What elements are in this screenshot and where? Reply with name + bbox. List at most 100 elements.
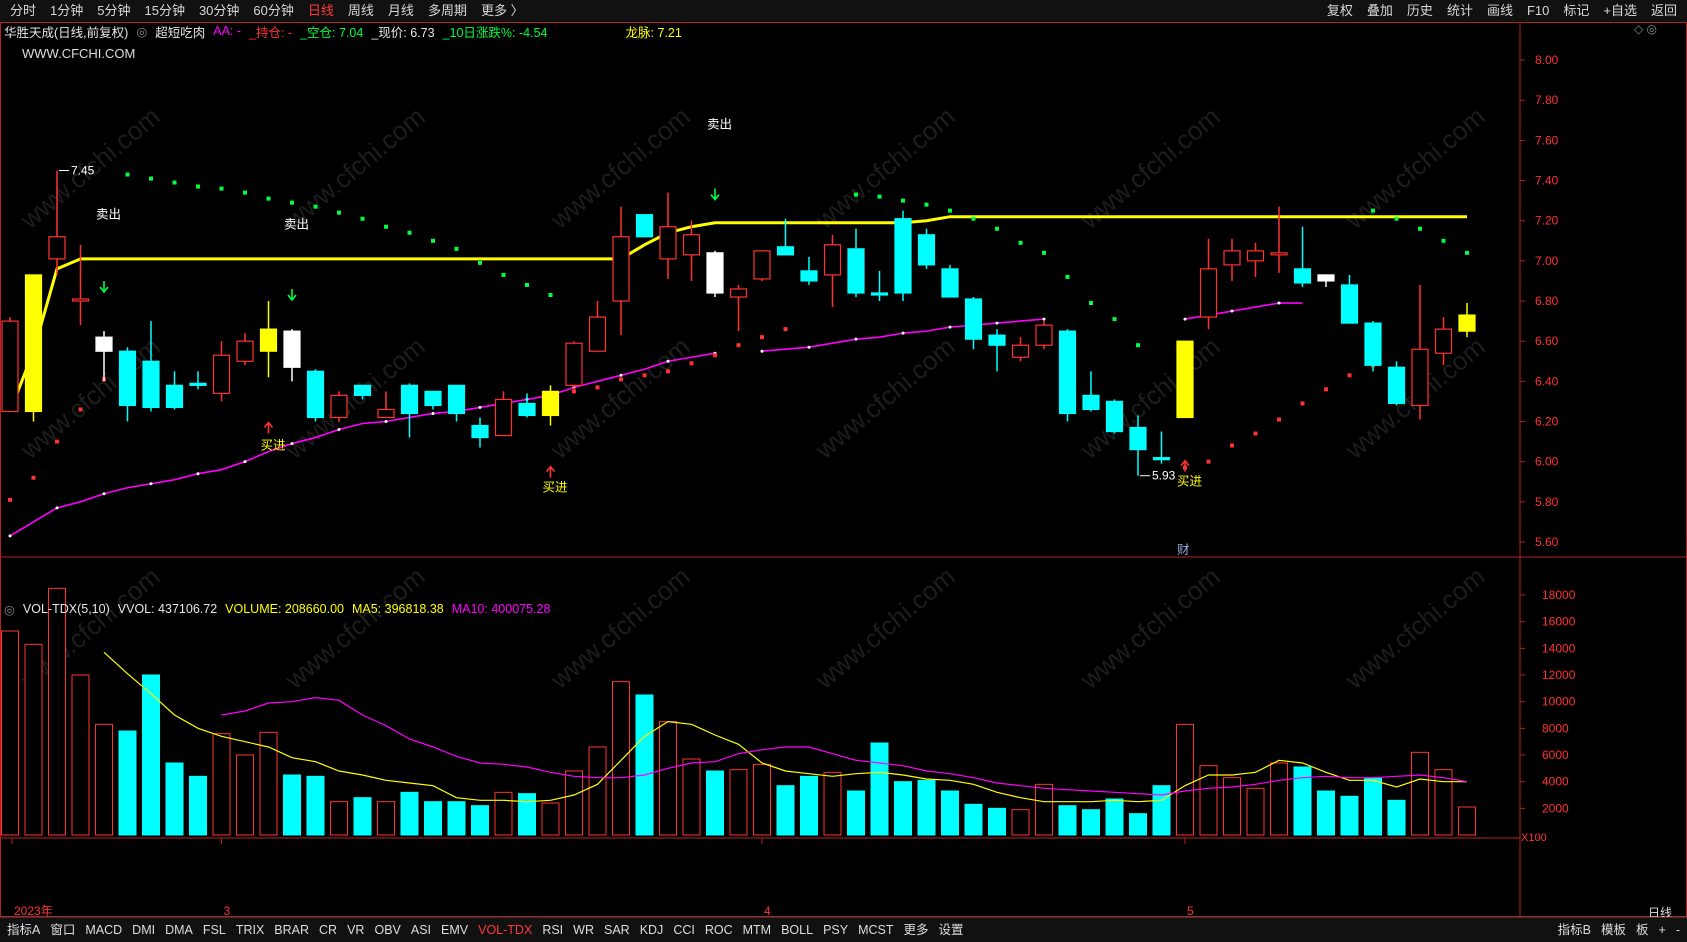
candle[interactable]	[518, 393, 536, 418]
candle[interactable]	[259, 301, 278, 378]
candle[interactable]	[306, 369, 325, 422]
volume-bar[interactable]	[894, 781, 912, 836]
indicator-tab[interactable]: MACD	[80, 918, 127, 942]
volume-bar[interactable]	[800, 775, 818, 836]
volume-bar[interactable]	[259, 731, 278, 836]
volume-bar[interactable]	[1152, 785, 1171, 836]
volume-bar[interactable]	[1387, 799, 1406, 836]
candle[interactable]	[1317, 274, 1335, 287]
indicator-tab[interactable]: BOLL	[776, 918, 818, 942]
volume-bar[interactable]	[48, 587, 66, 836]
volume-bar[interactable]	[95, 723, 113, 836]
candle[interactable]	[894, 210, 912, 302]
candle[interactable]	[471, 417, 489, 448]
candle[interactable]	[541, 385, 560, 426]
candle[interactable]	[1011, 337, 1030, 362]
volume-bar[interactable]	[988, 807, 1006, 836]
volume-bar[interactable]	[1011, 809, 1030, 836]
indicator-tab[interactable]: VOL-TDX	[473, 918, 537, 942]
candle[interactable]	[964, 297, 983, 350]
candle[interactable]	[870, 270, 889, 302]
candle[interactable]	[1458, 303, 1476, 338]
template-tab[interactable]: +	[1654, 918, 1671, 942]
candle[interactable]	[1387, 361, 1406, 406]
candle[interactable]	[1105, 399, 1124, 434]
indicator-tab[interactable]: RSI	[537, 918, 568, 942]
template-tab[interactable]: -	[1671, 918, 1685, 942]
candle[interactable]	[236, 333, 254, 366]
candle[interactable]	[1223, 238, 1241, 281]
candle[interactable]	[612, 206, 630, 336]
candle[interactable]	[1176, 340, 1194, 419]
candle[interactable]	[1199, 238, 1218, 330]
candle[interactable]	[659, 192, 677, 279]
indicator-tab[interactable]: 设置	[934, 918, 969, 942]
volume-bar[interactable]	[776, 785, 795, 836]
indicator-tab[interactable]: 指标A	[2, 918, 45, 942]
candle[interactable]	[635, 214, 654, 238]
indicator-tab[interactable]: TRIX	[231, 918, 269, 942]
template-tab[interactable]: 指标B	[1553, 918, 1596, 942]
candle[interactable]	[283, 329, 301, 382]
volume-bar[interactable]	[1129, 813, 1147, 836]
candle[interactable]	[1058, 329, 1077, 422]
volume-bar[interactable]	[1199, 765, 1218, 836]
candle[interactable]	[1364, 321, 1382, 372]
candle[interactable]	[682, 220, 701, 281]
candle[interactable]	[988, 329, 1006, 372]
candle[interactable]	[1293, 226, 1312, 287]
candle[interactable]	[212, 341, 231, 402]
indicator-tab[interactable]: ASI	[406, 918, 436, 942]
candle[interactable]	[330, 391, 348, 422]
volume-bar[interactable]	[1058, 805, 1077, 836]
volume-bar[interactable]	[236, 754, 254, 836]
volume-bar[interactable]	[1411, 751, 1429, 836]
volume-bar[interactable]	[941, 790, 959, 836]
volume-bar[interactable]	[917, 779, 936, 836]
volume-bar[interactable]	[1246, 787, 1265, 836]
volume-bar[interactable]	[682, 758, 701, 836]
indicator-tab[interactable]: DMA	[160, 918, 198, 942]
volume-bar[interactable]	[1317, 790, 1335, 836]
candle[interactable]	[941, 264, 959, 298]
vol-indicator-name[interactable]: VOL-TDX(5,10)	[23, 602, 110, 616]
volume-bar[interactable]	[823, 771, 842, 836]
candle[interactable]	[1340, 274, 1359, 324]
candle[interactable]	[1411, 284, 1429, 420]
volume-bar[interactable]	[212, 733, 231, 836]
volume-bar[interactable]	[165, 762, 184, 836]
candle[interactable]	[847, 228, 865, 298]
volume-bar[interactable]	[612, 681, 630, 836]
volume-bar[interactable]	[1105, 798, 1124, 836]
volume-bar[interactable]	[24, 643, 43, 836]
volume-bar[interactable]	[635, 694, 654, 836]
candle[interactable]	[753, 250, 771, 281]
indicator-tab[interactable]: KDJ	[635, 918, 669, 942]
candle[interactable]	[1, 317, 19, 413]
candle[interactable]	[588, 301, 607, 352]
candle[interactable]	[729, 284, 748, 332]
volume-bar[interactable]	[353, 797, 372, 836]
indicator-tab[interactable]: CCI	[668, 918, 700, 942]
volume-bar[interactable]	[1, 630, 19, 836]
volume-bar[interactable]	[330, 801, 348, 836]
candle[interactable]	[447, 384, 466, 422]
volume-bar[interactable]	[494, 791, 513, 836]
candle[interactable]	[165, 371, 184, 410]
candle[interactable]	[800, 256, 818, 285]
candle[interactable]	[400, 383, 419, 438]
volume-bar[interactable]	[1458, 806, 1476, 836]
volume-bar[interactable]	[377, 801, 395, 836]
volume-bar[interactable]	[588, 746, 607, 836]
indicator-tab[interactable]: EMV	[436, 918, 473, 942]
volume-bar[interactable]	[471, 805, 489, 836]
volume-bar[interactable]	[1270, 762, 1288, 836]
candle[interactable]	[1152, 431, 1171, 464]
indicator-tab[interactable]: CR	[314, 918, 342, 942]
volume-bar[interactable]	[518, 793, 536, 836]
vol-toggle-icon[interactable]: ◎	[4, 602, 15, 617]
volume-bar[interactable]	[447, 801, 466, 836]
volume-bar[interactable]	[706, 770, 724, 836]
indicator-tab[interactable]: PSY	[818, 918, 853, 942]
indicator-tab[interactable]: OBV	[369, 918, 405, 942]
